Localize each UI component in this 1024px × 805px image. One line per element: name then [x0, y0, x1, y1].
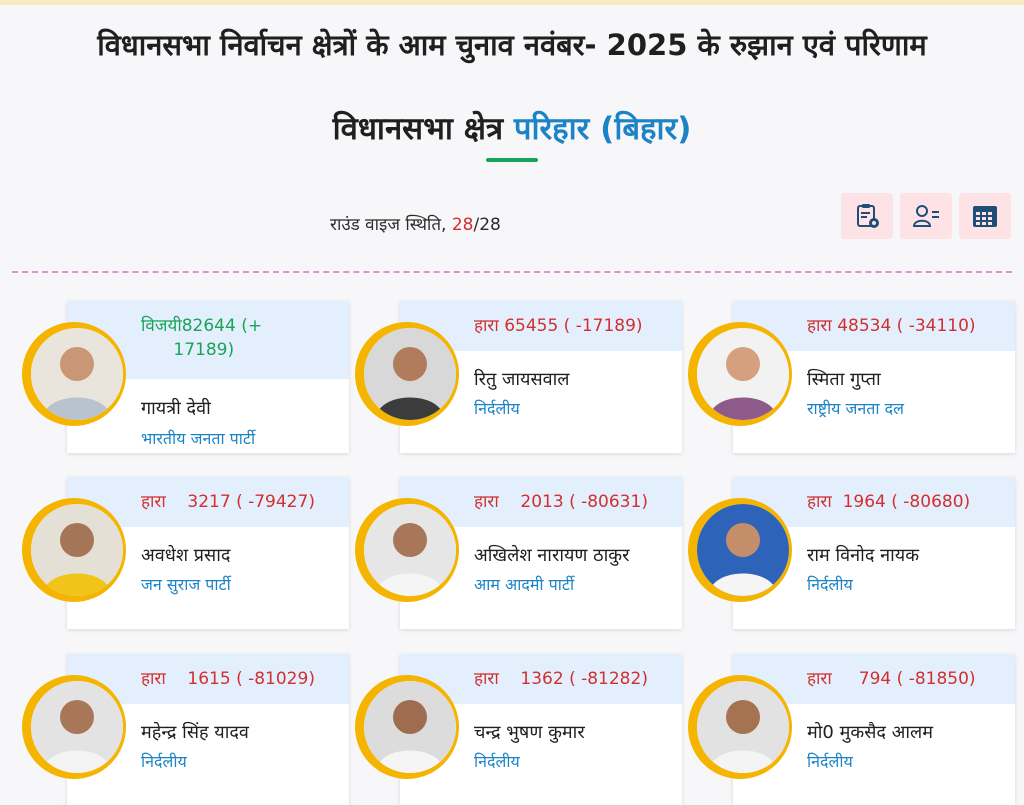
round-current: 28	[451, 215, 474, 235]
person-icon	[31, 328, 123, 420]
candidate-name: गायत्री देवी	[141, 398, 211, 419]
person-icon	[697, 681, 789, 773]
candidate-photo	[688, 322, 792, 426]
candidate-photo	[688, 498, 792, 602]
state-name: (बिहार)	[600, 111, 692, 147]
person-icon	[697, 504, 789, 596]
clipboard-report-button[interactable]	[841, 193, 893, 239]
section-divider	[12, 271, 1012, 273]
candidate-party: निर्दलीय	[474, 752, 520, 771]
candidate-list-icon	[912, 205, 939, 227]
candidate-party: आम आदमी पार्टी	[474, 575, 575, 594]
table-grid-button[interactable]	[959, 193, 1011, 239]
round-label: राउंड वाइज स्थिति,	[330, 215, 452, 235]
person-icon	[364, 328, 456, 420]
candidate-party: निर्दलीय	[474, 399, 520, 418]
view-toolbar	[841, 193, 1011, 239]
table-grid-icon	[973, 206, 997, 227]
constituency-prefix: विधानसभा क्षेत्र	[332, 111, 514, 147]
candidate-photo	[355, 498, 459, 602]
candidate-photo	[688, 675, 792, 779]
candidate-party: भारतीय जनता पार्टी	[141, 429, 256, 448]
candidate-party: निर्दलीय	[807, 752, 853, 771]
person-icon	[31, 504, 123, 596]
candidate-photo	[22, 498, 126, 602]
candidate-party: जन सुराज पार्टी	[141, 575, 231, 594]
candidate-name: अवधेश प्रसाद	[141, 545, 231, 566]
title-underline	[486, 158, 538, 162]
candidate-photo	[355, 322, 459, 426]
candidate-photo	[355, 675, 459, 779]
person-icon	[31, 681, 123, 773]
constituency-heading: विधानसभा क्षेत्र परिहार (बिहार)	[40, 110, 984, 148]
candidate-name: मो0 मुकसैद आलम	[807, 722, 933, 743]
person-icon	[364, 504, 456, 596]
constituency-name: परिहार	[513, 111, 590, 147]
person-icon	[364, 681, 456, 773]
candidate-photo	[22, 322, 126, 426]
candidate-photo	[22, 675, 126, 779]
clipboard-report-icon	[857, 204, 879, 228]
candidate-party: निर्दलीय	[141, 752, 187, 771]
top-accent-strip	[0, 0, 1024, 5]
candidate-party: राष्ट्रीय जनता दल	[807, 399, 904, 418]
candidate-name: राम विनोद नायक	[807, 545, 920, 566]
round-total: /28	[473, 215, 501, 235]
round-status: राउंड वाइज स्थिति, 28/28	[330, 212, 501, 235]
candidate-list-button[interactable]	[900, 193, 952, 239]
candidate-party: निर्दलीय	[807, 575, 853, 594]
candidate-name: चन्द्र भुषण कुमार	[474, 722, 585, 743]
candidate-name: रितु जायसवाल	[474, 369, 570, 390]
person-icon	[697, 328, 789, 420]
candidate-name: स्मिता गुप्ता	[807, 369, 881, 390]
candidate-name: अखिलेश नारायण ठाकुर	[474, 545, 630, 566]
page-title: विधानसभा निर्वाचन क्षेत्रों के आम चुनाव …	[97, 28, 927, 62]
candidate-name: महेन्द्र सिंह यादव	[141, 722, 249, 743]
